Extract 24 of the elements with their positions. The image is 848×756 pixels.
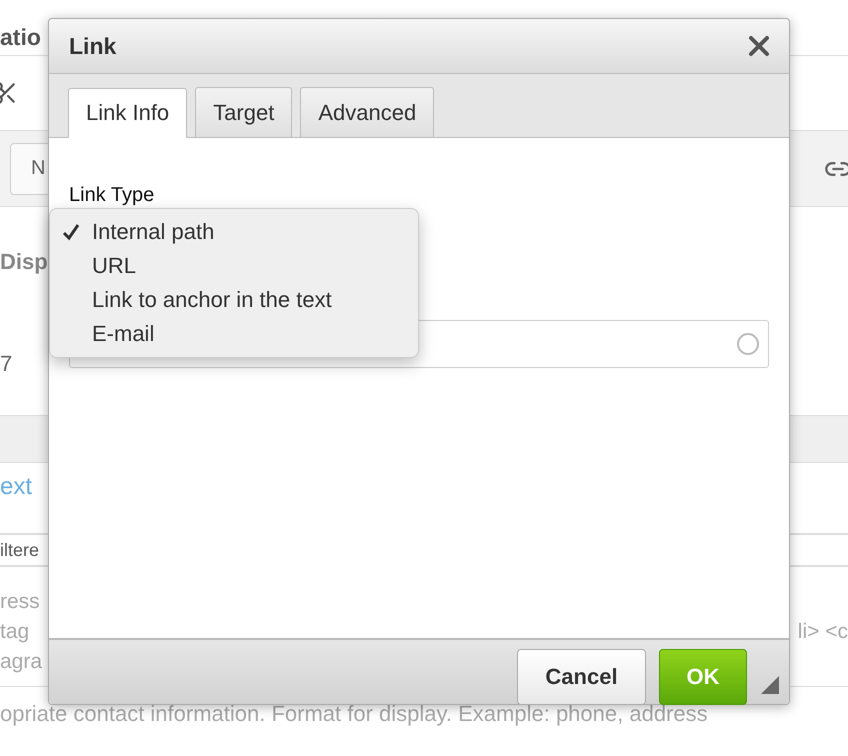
field-label: Disp bbox=[0, 249, 48, 275]
dialog-title: Link bbox=[69, 32, 116, 60]
help-text: ress bbox=[0, 590, 40, 614]
field-value: 7 bbox=[0, 351, 12, 377]
menu-item-label: URL bbox=[92, 253, 136, 279]
close-button[interactable] bbox=[747, 34, 771, 58]
resize-grip-icon[interactable] bbox=[761, 676, 779, 694]
menu-item-label: Internal path bbox=[92, 219, 214, 245]
help-text: li> <c bbox=[798, 620, 848, 644]
menu-item-label: E-mail bbox=[92, 321, 154, 347]
menu-item-label: Link to anchor in the text bbox=[92, 287, 332, 313]
help-text: tag bbox=[0, 620, 30, 644]
tab[interactable]: Advanced bbox=[300, 87, 434, 137]
menu-item[interactable]: E-mail bbox=[50, 317, 418, 351]
section-title: ext bbox=[0, 473, 34, 502]
spinner-icon bbox=[736, 332, 760, 356]
tab[interactable]: Link Info bbox=[68, 88, 188, 138]
menu-item[interactable]: Link to anchor in the text bbox=[50, 283, 418, 317]
menu-item[interactable]: Internal path bbox=[50, 215, 418, 249]
tab[interactable]: Target bbox=[195, 87, 292, 137]
menu-item[interactable]: URL bbox=[50, 249, 418, 283]
cancel-button[interactable]: Cancel bbox=[517, 649, 646, 705]
page-heading: atio bbox=[0, 24, 41, 51]
help-text: agra bbox=[0, 650, 42, 674]
